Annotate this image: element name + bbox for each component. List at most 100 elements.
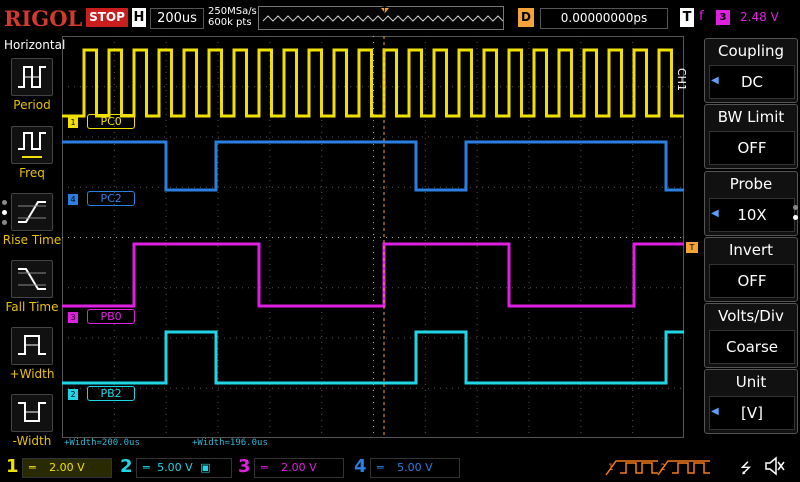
grid-dot xyxy=(217,222,219,223)
grid-dot xyxy=(308,337,309,339)
grid-dot xyxy=(674,186,675,188)
grid-dot xyxy=(321,360,323,361)
invert-value: OFF xyxy=(709,264,795,298)
negative-width-button[interactable] xyxy=(11,394,53,432)
grid-dot xyxy=(278,136,279,138)
ch2-scale[interactable]: ═ 5.00 V ▣ xyxy=(136,458,232,478)
grid-dot xyxy=(269,336,271,337)
ch3-marker[interactable]: 3 PB0 xyxy=(68,305,136,324)
grid-dot xyxy=(113,378,115,379)
ch3-number[interactable]: 3 xyxy=(238,456,251,477)
grid-dot xyxy=(494,287,495,289)
parallel-bus-2-button[interactable]: 2 xyxy=(656,457,712,481)
grid-dot xyxy=(373,108,374,109)
grid-dot xyxy=(122,337,123,339)
grid-dot xyxy=(536,387,537,389)
bw-limit-menu-item[interactable]: BW Limit OFF xyxy=(704,104,798,169)
grid-dot xyxy=(580,48,582,49)
grid-dot xyxy=(632,390,634,391)
grid-dot xyxy=(188,287,189,289)
grid-dot xyxy=(321,414,323,415)
sample-rate: 250MSa/s xyxy=(208,6,257,17)
grid-dot xyxy=(528,96,530,97)
freq-button[interactable] xyxy=(11,126,53,164)
sample-info: 250MSa/s 600k pts xyxy=(208,6,257,28)
fall-time-button[interactable] xyxy=(11,260,53,298)
grid-dot xyxy=(321,174,323,175)
grid-dot xyxy=(580,216,582,217)
grid-dot xyxy=(440,186,441,188)
grid-dot xyxy=(424,390,426,391)
grid-dot xyxy=(104,136,105,138)
ch2-marker[interactable]: 2 PB2 xyxy=(68,382,136,401)
grid-dot xyxy=(470,237,471,238)
grid-dot xyxy=(650,337,651,339)
period-button[interactable] xyxy=(11,58,53,96)
grid-dot xyxy=(128,287,129,289)
ch4-marker[interactable]: 4 PC2 xyxy=(68,187,136,206)
grid-dot xyxy=(128,337,129,339)
volts-div-title: Volts/Div xyxy=(718,307,784,325)
ch3-scale[interactable]: ═ 2.00 V xyxy=(254,458,344,478)
grid-dot xyxy=(110,337,111,339)
ch4-scale[interactable]: ═ 5.00 V xyxy=(370,458,460,478)
grid-dot xyxy=(362,337,363,339)
grid-dot xyxy=(590,387,591,389)
ch1-number[interactable]: 1 xyxy=(6,456,19,477)
grid-dot xyxy=(176,387,177,389)
grid-dot xyxy=(674,387,675,389)
probe-menu-item[interactable]: Probe 10X ◀ xyxy=(704,171,798,236)
grid-dot xyxy=(580,294,582,295)
parallel-bus-1-button[interactable]: 1 xyxy=(604,457,660,481)
grid-dot xyxy=(217,204,219,205)
ch1-scale[interactable]: ═ 2.00 V xyxy=(22,458,112,478)
trigger-level[interactable]: 2.48 V xyxy=(740,10,779,24)
grid-dot xyxy=(464,136,465,138)
coupling-menu-item[interactable]: Coupling DC ◀ xyxy=(704,38,798,103)
grid-dot xyxy=(434,136,435,138)
grid-dot xyxy=(440,287,441,289)
grid-dot xyxy=(373,228,374,229)
grid-dot xyxy=(269,120,271,121)
grid-dot xyxy=(476,108,478,109)
ch1-marker[interactable]: 1 PC0 xyxy=(68,110,136,129)
volts-div-menu-item[interactable]: Volts/Div Coarse xyxy=(704,303,798,368)
trigger-level-marker[interactable]: T xyxy=(686,242,698,253)
grid-dot xyxy=(476,42,478,43)
grid-dot xyxy=(404,186,405,188)
grid-dot xyxy=(165,402,167,403)
grid-dot xyxy=(373,354,374,355)
grid-dot xyxy=(476,336,478,337)
horizontal-delay[interactable]: 0.00000000ps xyxy=(540,8,668,29)
grid-dot xyxy=(668,287,669,289)
invert-menu-item[interactable]: Invert OFF xyxy=(704,237,798,302)
grid-dot xyxy=(596,136,597,138)
grid-dot xyxy=(217,432,219,433)
grid-dot xyxy=(580,378,582,379)
waveform-display[interactable] xyxy=(62,36,684,438)
grid-dot xyxy=(373,198,374,199)
grid-dot xyxy=(374,86,375,88)
ch2-scale-value: 5.00 V xyxy=(157,461,193,474)
grid-dot xyxy=(476,36,478,37)
grid-dot xyxy=(269,408,271,409)
grid-dot xyxy=(528,258,530,259)
grid-dot xyxy=(476,180,478,181)
grid-dot xyxy=(170,136,171,138)
grid-dot xyxy=(344,136,345,138)
grid-dot xyxy=(528,276,530,277)
grid-dot xyxy=(440,237,441,238)
grid-dot xyxy=(458,237,459,238)
grid-dot xyxy=(632,210,634,211)
sound-muted-icon[interactable] xyxy=(764,456,786,480)
unit-menu-item[interactable]: Unit [V] ◀ xyxy=(704,369,798,434)
grid-dot xyxy=(446,287,447,289)
grid-dot xyxy=(217,264,219,265)
grid-dot xyxy=(224,136,225,138)
rise-time-button[interactable] xyxy=(11,193,53,231)
ch2-number[interactable]: 2 xyxy=(120,456,133,477)
horizontal-timebase[interactable]: 200us xyxy=(150,8,204,29)
positive-width-button[interactable] xyxy=(11,327,53,365)
run-stop-indicator[interactable]: STOP xyxy=(86,8,128,27)
ch4-number[interactable]: 4 xyxy=(354,456,367,477)
